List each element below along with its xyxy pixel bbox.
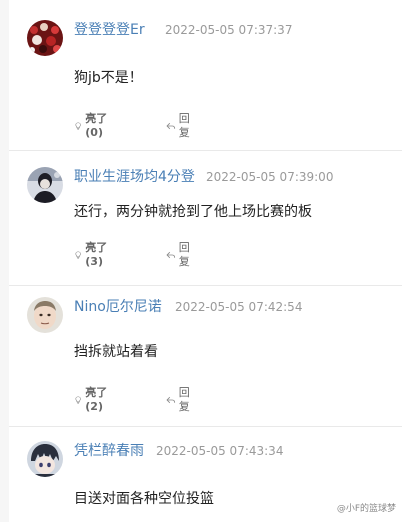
reply-button[interactable]: 回复 (166, 386, 194, 413)
timestamp: 2022-05-05 07:37:37 (165, 23, 293, 37)
reply-button[interactable]: 回复 (166, 112, 194, 139)
username[interactable]: Nino厄尔尼诺 (74, 299, 162, 315)
like-button[interactable]: 亮了(2) (74, 386, 109, 413)
reply-label: 回复 (178, 241, 190, 268)
avatar-face-icon (27, 297, 63, 333)
divider (9, 150, 402, 151)
timestamp: 2022-05-05 07:43:34 (156, 444, 284, 458)
user-avatar[interactable] (27, 297, 63, 333)
username[interactable]: 凭栏醉春雨 (74, 443, 144, 459)
like-label: 亮了(2) (85, 386, 108, 413)
lightbulb-icon (75, 122, 81, 130)
user-avatar[interactable] (27, 20, 63, 56)
comment-text: 还行，两分钟就抢到了他上场比赛的板 (74, 204, 312, 220)
lightbulb-icon (75, 251, 81, 259)
user-avatar[interactable] (27, 441, 63, 477)
username[interactable]: 职业生涯场均4分登 (74, 169, 195, 185)
like-label: 亮了(0) (85, 112, 108, 139)
reply-arrow-icon (166, 396, 176, 404)
reply-button[interactable]: 回复 (166, 241, 194, 268)
avatar-person-dark-icon (27, 167, 63, 203)
divider (9, 426, 402, 427)
comment-text: 狗jb不是！ (74, 70, 143, 86)
avatar-anime-icon (27, 441, 63, 477)
comment-text: 挡拆就站着看 (74, 344, 158, 360)
comment-text: 目送对面各种空位投篮 (74, 491, 214, 507)
like-label: 亮了(3) (85, 241, 108, 268)
lightbulb-icon (75, 396, 81, 404)
timestamp: 2022-05-05 07:42:54 (175, 300, 303, 314)
username[interactable]: 登登登登Er (74, 22, 145, 38)
reply-label: 回复 (178, 386, 190, 413)
avatar-crowd-red-icon (27, 20, 63, 56)
like-button[interactable]: 亮了(3) (74, 241, 109, 268)
reply-arrow-icon (166, 251, 176, 259)
like-button[interactable]: 亮了(0) (74, 112, 109, 139)
reply-arrow-icon (166, 122, 176, 130)
watermark: @小F的篮球梦 (336, 504, 396, 514)
comment-feed: 登登登登Er 2022-05-05 07:37:37 狗jb不是！ 亮了(0) … (9, 0, 402, 522)
divider (9, 285, 402, 286)
timestamp: 2022-05-05 07:39:00 (206, 170, 334, 184)
reply-label: 回复 (178, 112, 190, 139)
user-avatar[interactable] (27, 167, 63, 203)
